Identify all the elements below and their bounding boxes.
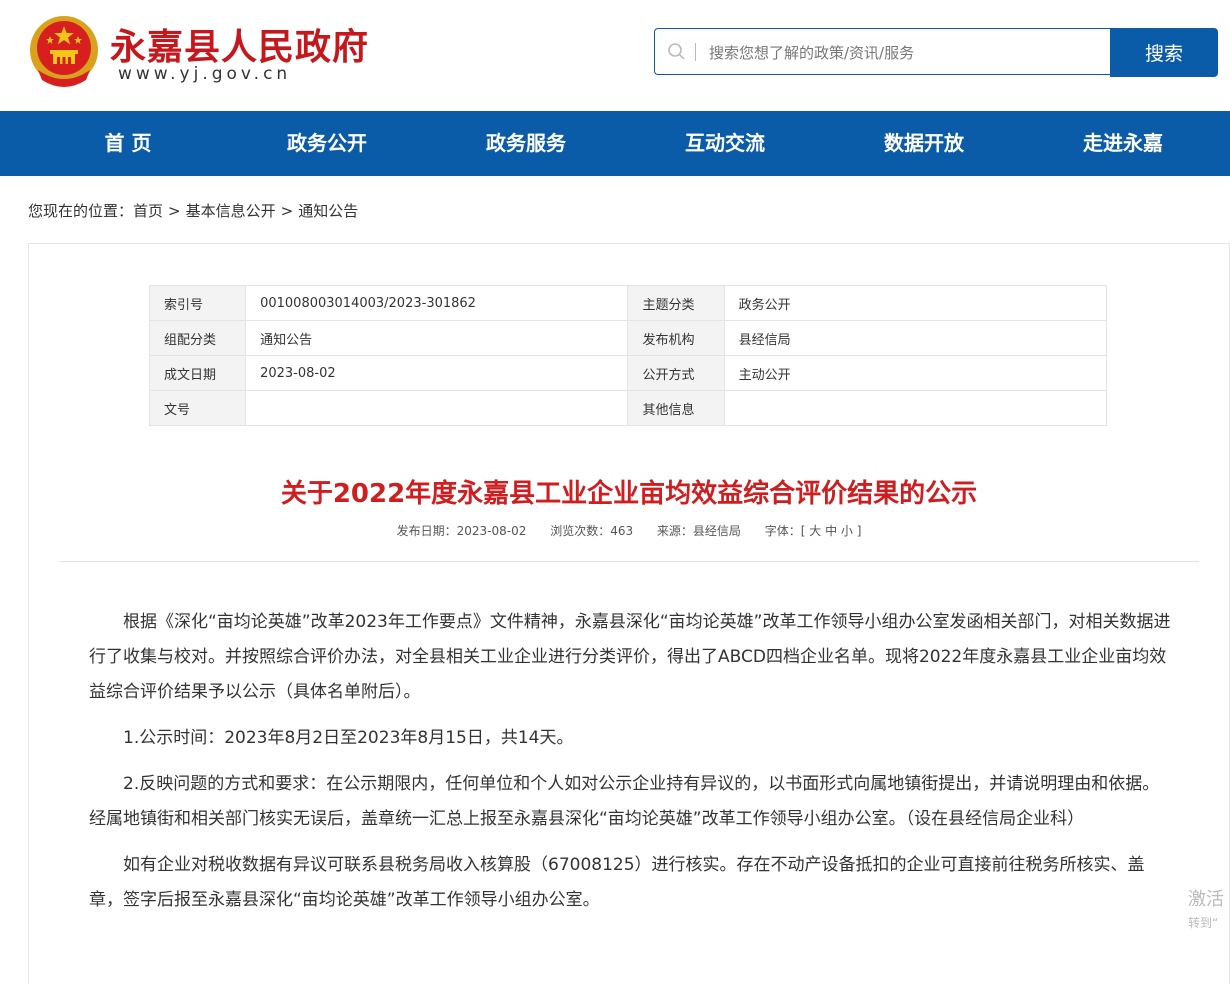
meta-label: 发布机构 xyxy=(627,320,725,356)
national-emblem-icon xyxy=(30,16,98,87)
breadcrumb-link-notices[interactable]: 通知公告 xyxy=(298,202,358,220)
meta-value: 001008003014003/2023-301862 xyxy=(245,285,629,321)
nav-item-interaction[interactable]: 互动交流 xyxy=(645,111,805,176)
article-paragraph: 1.公示时间：2023年8月2日至2023年8月15日，共14天。 xyxy=(123,728,574,748)
site-title[interactable]: 永嘉县人民政府 xyxy=(110,18,369,70)
activation-watermark-sub: 转到“ xyxy=(1188,916,1219,930)
meta-label: 文号 xyxy=(148,390,247,426)
breadcrumb-prefix: 您现在的位置： xyxy=(28,202,134,220)
meta-value: 通知公告 xyxy=(245,320,629,356)
site-header: 永嘉县人民政府 www.yj.gov.cn 搜索 xyxy=(0,0,1230,110)
search-button[interactable]: 搜索 xyxy=(1110,28,1218,77)
breadcrumb-link-basic-info[interactable]: 基本信息公开 xyxy=(186,202,276,220)
article-paragraph: 如有企业对税收数据有异议可联系县税务局收入核算股（67008125）进行核实。存… xyxy=(89,855,1145,910)
divider xyxy=(59,561,1199,562)
search-box xyxy=(654,28,1110,75)
breadcrumb: 您现在的位置：首页 > 基本信息公开 > 通知公告 xyxy=(28,200,358,221)
document-meta-table: 索引号 001008003014003/2023-301862 主题分类 政务公… xyxy=(148,285,1108,426)
font-size-switcher[interactable]: 字体：[ 大 中 小 ] xyxy=(765,524,862,538)
nav-item-about-yongjia[interactable]: 走进永嘉 xyxy=(1043,111,1203,176)
nav-item-government-services[interactable]: 政务服务 xyxy=(446,111,606,176)
meta-value: 政务公开 xyxy=(723,285,1108,321)
content-panel: 索引号 001008003014003/2023-301862 主题分类 政务公… xyxy=(28,243,1230,984)
meta-label: 公开方式 xyxy=(627,355,725,391)
breadcrumb-link-home[interactable]: 首页 xyxy=(133,202,163,220)
article-paragraph: 根据《深化“亩均论英雄”改革2023年工作要点》文件精神，永嘉县深化“亩均论英雄… xyxy=(89,612,1171,702)
breadcrumb-separator: > xyxy=(168,202,181,220)
meta-label: 组配分类 xyxy=(148,320,247,356)
meta-label: 主题分类 xyxy=(627,285,725,321)
meta-value: 主动公开 xyxy=(723,355,1108,391)
breadcrumb-separator: > xyxy=(280,202,294,220)
meta-value: 县经信局 xyxy=(723,320,1108,356)
search-divider xyxy=(695,43,696,61)
publish-date: 发布日期：2023-08-02 xyxy=(396,524,527,538)
meta-label: 其他信息 xyxy=(627,390,725,426)
nav-item-government-affairs[interactable]: 政务公开 xyxy=(247,111,407,176)
article-body: 根据《深化“亩均论英雄”改革2023年工作要点》文件精神，永嘉县深化“亩均论英雄… xyxy=(89,605,1171,929)
nav-item-home[interactable]: 首 页 xyxy=(48,111,208,176)
activation-watermark: 激活 xyxy=(1188,889,1224,910)
table-row: 成文日期 2023-08-02 公开方式 主动公开 xyxy=(148,355,1108,391)
search-input[interactable] xyxy=(707,38,1101,68)
article-source: 来源：县经信局 xyxy=(656,524,741,538)
view-count: 浏览次数：463 xyxy=(550,524,634,538)
meta-value xyxy=(723,390,1108,426)
nav-item-open-data[interactable]: 数据开放 xyxy=(844,111,1004,176)
meta-label: 索引号 xyxy=(148,285,247,321)
article-title: 关于2022年度永嘉县工业企业亩均效益综合评价结果的公示 xyxy=(280,479,978,509)
search-icon xyxy=(668,43,685,60)
meta-value xyxy=(245,390,629,426)
meta-value: 2023-08-02 xyxy=(245,355,629,391)
site-url: www.yj.gov.cn xyxy=(118,64,292,84)
article-paragraph: 2.反映问题的方式和要求：在公示期限内，任何单位和个人如对公示企业持有异议的，以… xyxy=(89,774,1160,829)
article-meta: 发布日期：2023-08-02 浏览次数：463 来源：县经信局 字体：[ 大 … xyxy=(29,522,1229,539)
table-row: 文号 其他信息 xyxy=(148,390,1108,426)
meta-label: 成文日期 xyxy=(148,355,247,391)
table-row: 组配分类 通知公告 发布机构 县经信局 xyxy=(148,320,1108,356)
main-nav: 首 页 政务公开 政务服务 互动交流 数据开放 走进永嘉 xyxy=(0,111,1230,176)
table-row: 索引号 001008003014003/2023-301862 主题分类 政务公… xyxy=(148,285,1108,321)
